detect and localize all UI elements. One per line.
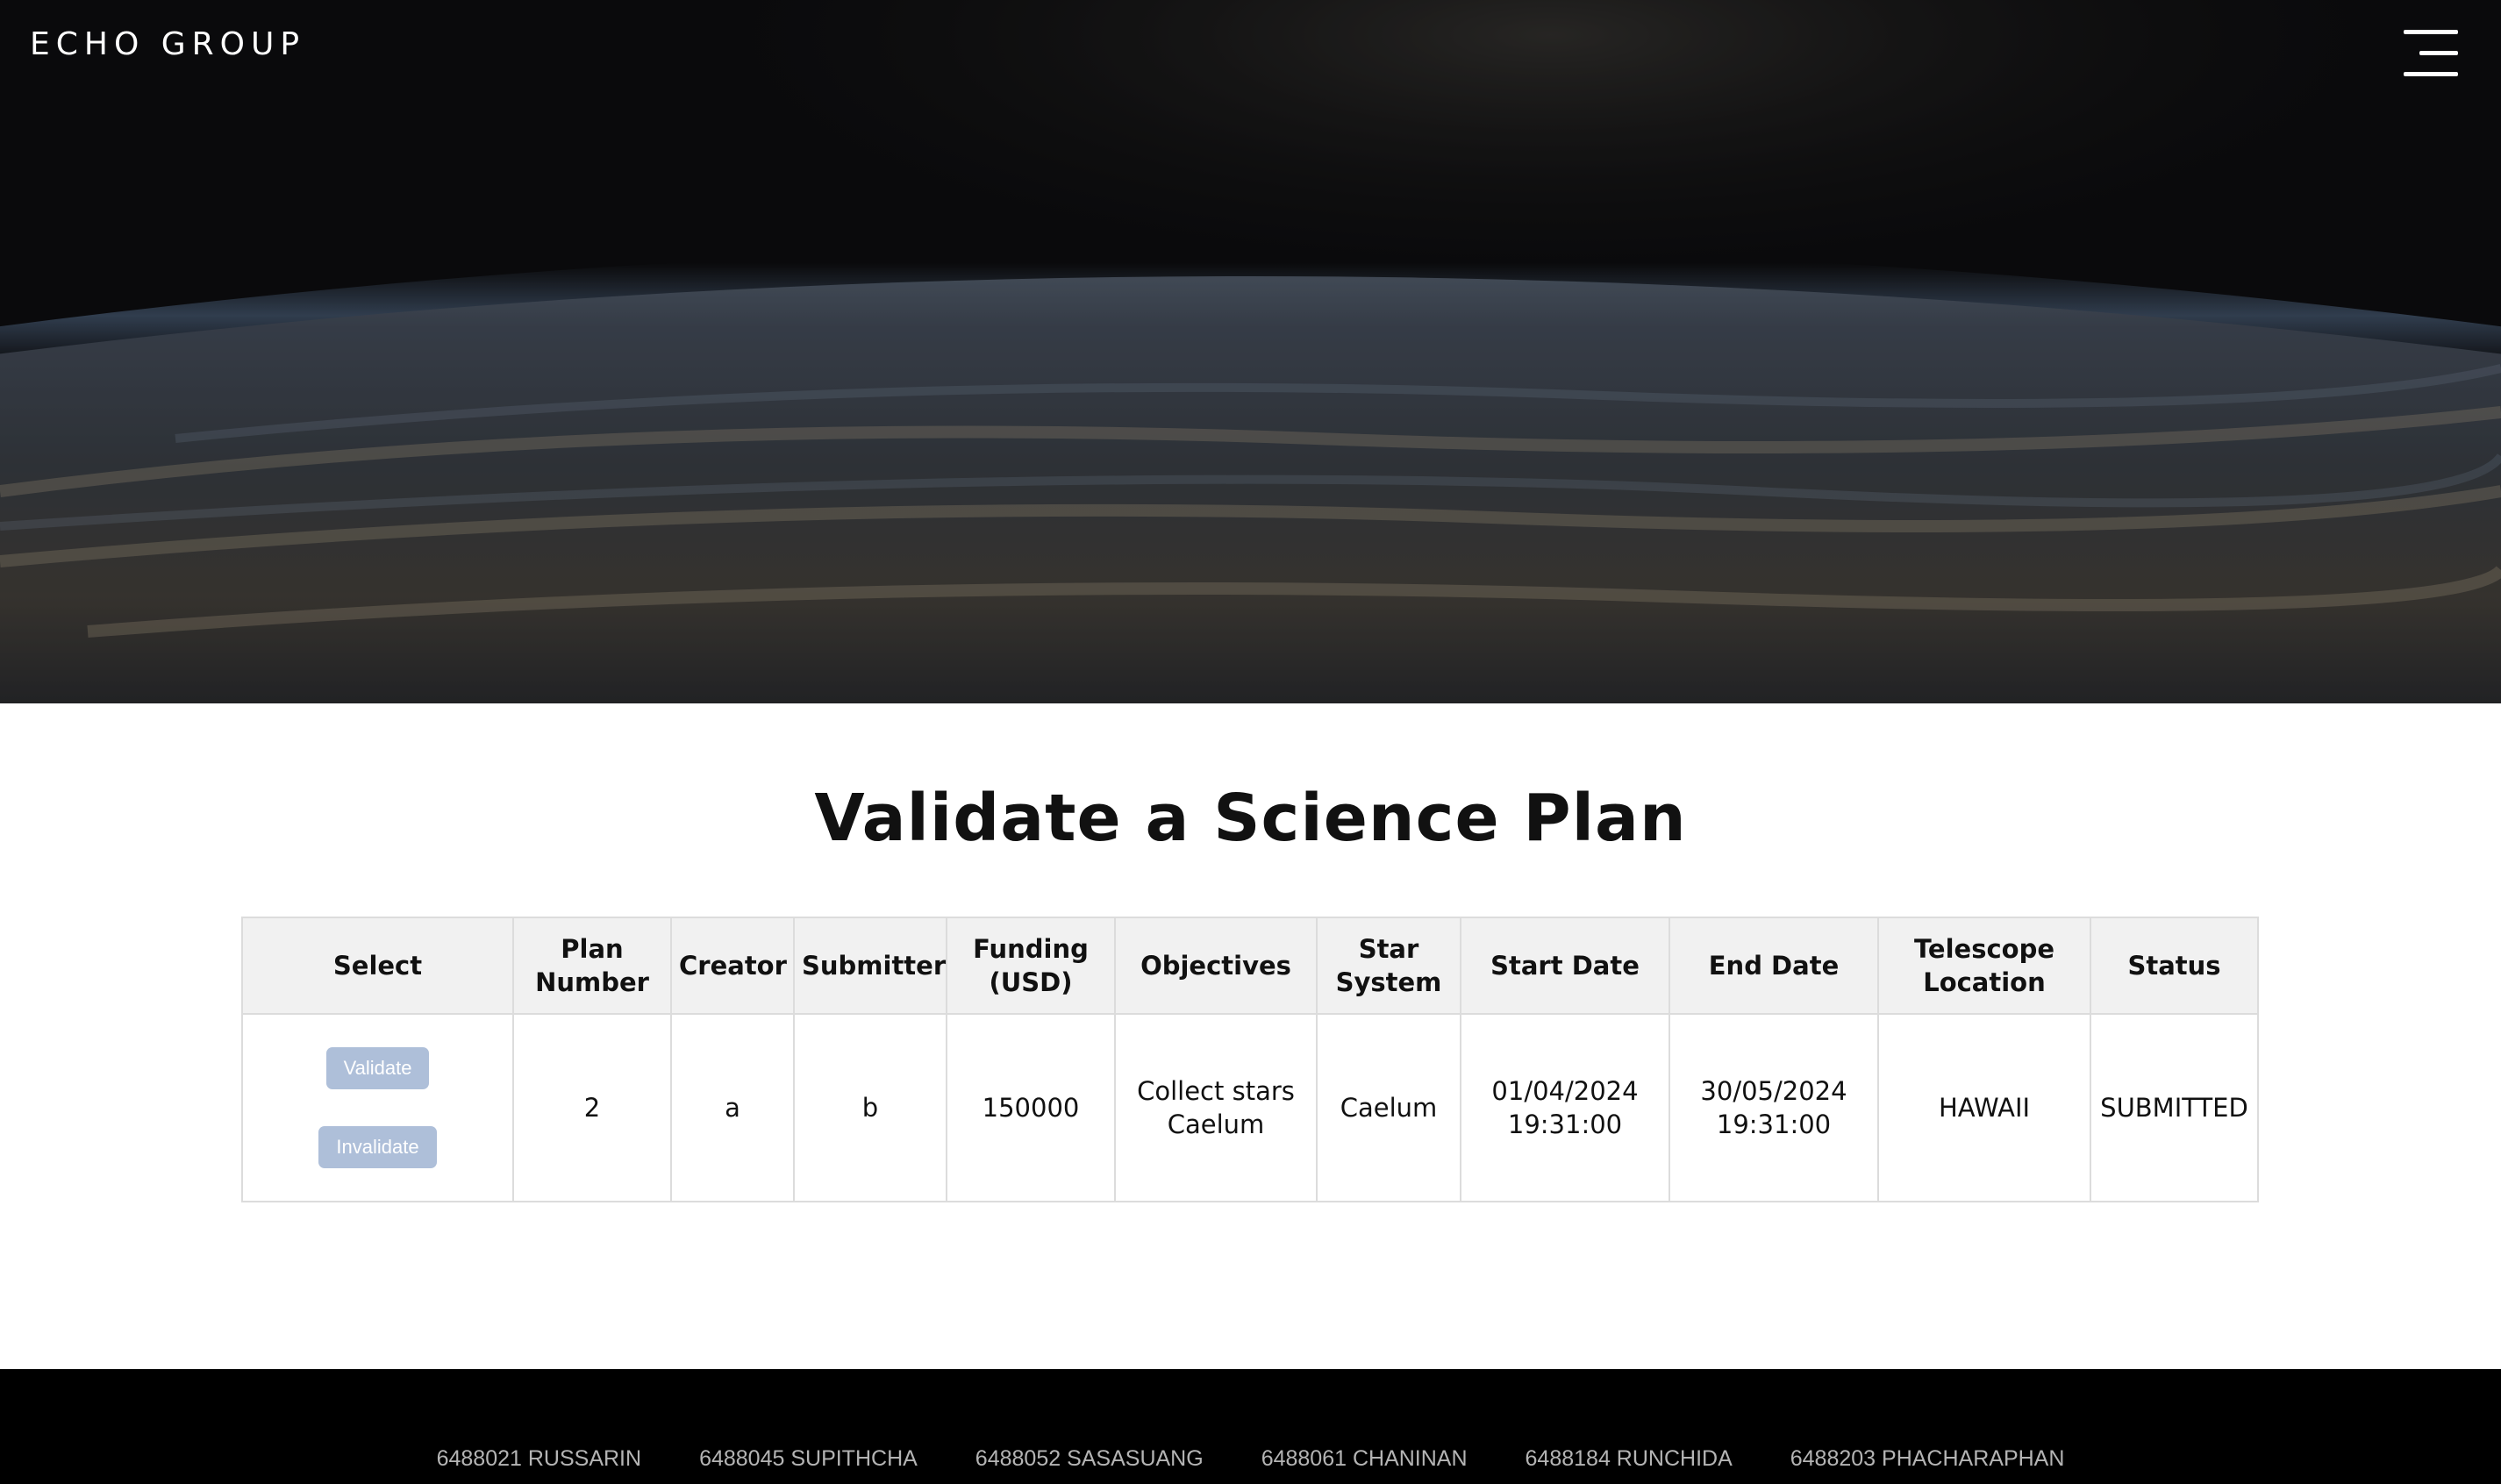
team-member: 6488021 RUSSARIN bbox=[436, 1446, 642, 1471]
page-title: Validate a Science Plan bbox=[814, 781, 1687, 856]
column-header-creator: Creator bbox=[670, 917, 795, 1015]
star-system-cell: Caelum bbox=[1316, 1013, 1461, 1202]
column-header-start-date: Start Date bbox=[1460, 917, 1670, 1015]
end-date-cell: 30/05/2024 19:31:00 bbox=[1669, 1013, 1879, 1202]
menu-bar-bottom bbox=[2404, 72, 2458, 76]
science-plan-table: Select Plan Number Creator Submitter Fun… bbox=[241, 917, 2259, 1202]
column-header-submitter: Submitter bbox=[793, 917, 947, 1015]
team-member: 6488052 SASASUANG bbox=[975, 1446, 1204, 1471]
column-header-telescope-location: Telescope Location bbox=[1877, 917, 2091, 1015]
column-header-status: Status bbox=[2090, 917, 2259, 1015]
menu-bar-top bbox=[2404, 30, 2458, 34]
funding-cell: 150000 bbox=[946, 1013, 1116, 1202]
hero-banner: ECHO GROUP bbox=[0, 0, 2501, 703]
select-cell: Validate Invalidate bbox=[241, 1013, 514, 1202]
hamburger-menu-icon[interactable] bbox=[2404, 30, 2458, 77]
start-date-cell: 01/04/2024 19:31:00 bbox=[1460, 1013, 1670, 1202]
table-header: Select Plan Number Creator Submitter Fun… bbox=[241, 917, 2259, 1015]
menu-bar-middle bbox=[2419, 51, 2458, 55]
team-member: 6488184 RUNCHIDA bbox=[1525, 1446, 1733, 1471]
validate-button[interactable]: Validate bbox=[325, 1047, 430, 1089]
team-member: 6488061 CHANINAN bbox=[1261, 1446, 1468, 1471]
team-member: 6488203 PHACHARAPHAN bbox=[1790, 1446, 2065, 1471]
telescope-location-cell: HAWAII bbox=[1877, 1013, 2091, 1202]
team-member: 6488045 SUPITHCHA bbox=[699, 1446, 918, 1471]
footer: 6488021 RUSSARIN 6488045 SUPITHCHA 64880… bbox=[0, 1369, 2501, 1484]
status-cell: SUBMITTED bbox=[2090, 1013, 2259, 1202]
column-header-objectives: Objectives bbox=[1114, 917, 1318, 1015]
column-header-select: Select bbox=[241, 917, 514, 1015]
table-row: Validate Invalidate 2 a b 150000 Collect… bbox=[241, 1013, 2259, 1202]
earth-horizon-image bbox=[0, 0, 2501, 703]
submitter-cell: b bbox=[793, 1013, 947, 1202]
plan-number-cell: 2 bbox=[512, 1013, 672, 1202]
objectives-cell: Collect stars Caelum bbox=[1114, 1013, 1318, 1202]
invalidate-button[interactable]: Invalidate bbox=[318, 1126, 437, 1168]
column-header-funding: Funding (USD) bbox=[946, 917, 1116, 1015]
team-members-list: 6488021 RUSSARIN 6488045 SUPITHCHA 64880… bbox=[0, 1446, 2501, 1472]
column-header-end-date: End Date bbox=[1669, 917, 1879, 1015]
column-header-plan-number: Plan Number bbox=[512, 917, 672, 1015]
column-header-star-system: Star System bbox=[1316, 917, 1461, 1015]
creator-cell: a bbox=[670, 1013, 795, 1202]
table-header-row: Select Plan Number Creator Submitter Fun… bbox=[241, 917, 2259, 1015]
brand-logo-text[interactable]: ECHO GROUP bbox=[30, 26, 305, 62]
